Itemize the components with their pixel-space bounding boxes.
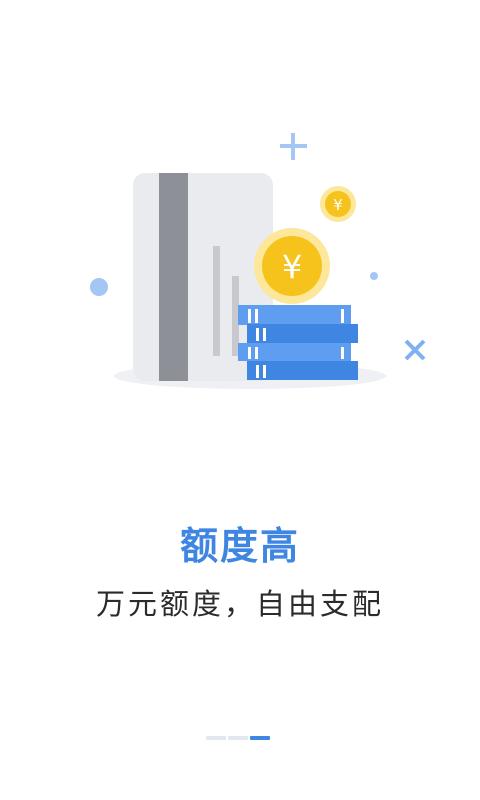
page-subtitle: 万元额度，自由支配 [95, 587, 384, 621]
page-title: 额度高 [179, 524, 300, 568]
cross-sparkle-icon [404, 339, 426, 361]
blue-dot-small [370, 272, 378, 280]
page-dot-3[interactable] [250, 736, 270, 740]
onboarding-illustration: ¥ ¥ [90, 133, 426, 389]
page-dot-1[interactable] [206, 736, 226, 740]
small-coin-icon: ¥ [320, 186, 356, 222]
large-coin-icon: ¥ [254, 228, 330, 304]
small-coin-symbol: ¥ [333, 196, 343, 214]
blue-dot-large [90, 278, 108, 296]
page-dot-2[interactable] [228, 736, 248, 740]
book-stack-icon [238, 305, 358, 380]
plus-sparkle-icon [280, 133, 307, 160]
large-coin-symbol: ¥ [282, 248, 302, 286]
page-indicator [206, 736, 270, 741]
